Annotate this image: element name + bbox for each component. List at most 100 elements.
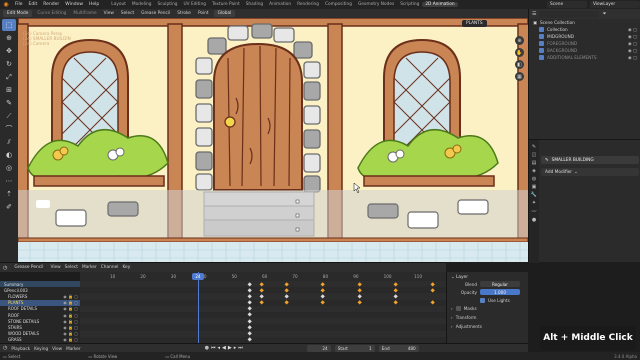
render-tab-icon[interactable]: ◫: [532, 152, 537, 158]
data-tab-icon[interactable]: 〰: [531, 208, 536, 215]
perspective-icon[interactable]: ▦: [515, 72, 524, 81]
channel-visibility-icon[interactable]: ◉ 🔒 ▢: [63, 319, 78, 324]
channel-visibility-icon[interactable]: ◉ 🔒 ▢: [63, 325, 78, 330]
keyframe[interactable]: [283, 300, 289, 306]
outliner-row-scene-collection[interactable]: ▣ Scene Collection: [529, 19, 640, 26]
keyframe[interactable]: [393, 300, 399, 306]
tab-scripting[interactable]: Scripting: [397, 2, 422, 7]
dope-menu-channel[interactable]: Channel: [101, 265, 119, 270]
keyframe[interactable]: [356, 294, 362, 299]
keyframe-area[interactable]: [80, 281, 446, 343]
mode-selector[interactable]: Edit Mode: [3, 10, 33, 17]
orientation-selector[interactable]: Global: [213, 10, 236, 17]
menu-help[interactable]: Help: [86, 2, 102, 7]
blend-selector[interactable]: Regular: [480, 281, 520, 287]
draw-icon[interactable]: ✐: [2, 201, 16, 213]
keyframe[interactable]: [247, 318, 253, 324]
tab-animation[interactable]: Animation: [266, 2, 294, 7]
move-icon[interactable]: ✥: [2, 45, 16, 57]
tab-geometry-nodes[interactable]: Geometry Nodes: [355, 2, 397, 7]
channel-visibility-icon[interactable]: ◉ 🔒 ▢: [63, 300, 78, 305]
menu-file[interactable]: File: [12, 2, 26, 7]
keyframe[interactable]: [320, 294, 326, 299]
visibility-icons[interactable]: ◉ ▢: [628, 48, 637, 53]
tab-2d-animation[interactable]: 2D Animation: [422, 2, 458, 7]
interpolate-icon[interactable]: ⋯: [2, 175, 16, 187]
menu-stroke[interactable]: Stroke: [175, 11, 193, 16]
view-menu[interactable]: View: [52, 346, 62, 351]
menu-point[interactable]: Point: [196, 11, 211, 16]
frame-ruler[interactable]: 102030405060708090100110: [80, 272, 446, 281]
outliner-row[interactable]: MIDGROUND ◉ ▢: [529, 33, 640, 40]
modifier-tab-icon[interactable]: 🔧: [531, 192, 537, 198]
scene-tab-icon[interactable]: ◈: [532, 168, 536, 174]
tool-tab-icon[interactable]: ✎: [532, 144, 536, 150]
keyframe[interactable]: [393, 294, 399, 299]
keyframe[interactable]: [247, 294, 253, 299]
jump-start-icon[interactable]: ⏮: [211, 345, 216, 351]
keyframe[interactable]: [259, 300, 265, 306]
view-layer-selector[interactable]: ViewLayer: [590, 1, 640, 8]
effects-tab-icon[interactable]: ✦: [532, 200, 536, 206]
scene-selector[interactable]: Scene: [547, 1, 587, 8]
dopesheet-mode-selector[interactable]: Grease Pencil: [11, 264, 47, 271]
keyframe[interactable]: [320, 287, 326, 293]
active-layer-badge[interactable]: PLANTS: [462, 20, 487, 27]
keyframe[interactable]: [247, 306, 253, 312]
keyframe[interactable]: [356, 281, 362, 287]
visibility-icons[interactable]: ◉ ▢: [628, 55, 637, 60]
keyframe[interactable]: [247, 287, 253, 293]
editor-type-icon[interactable]: ◷: [3, 345, 7, 351]
shear-icon[interactable]: ⫽: [2, 136, 16, 148]
keyframe[interactable]: [356, 287, 362, 293]
current-frame-field[interactable]: 24: [306, 344, 331, 352]
keying-menu[interactable]: Keying: [34, 346, 48, 351]
transform-icon[interactable]: ⊞: [2, 84, 16, 96]
transform-section[interactable]: › Transform: [451, 313, 528, 322]
menu-grease-pencil[interactable]: Grease Pencil: [139, 11, 172, 16]
keyframe[interactable]: [429, 300, 435, 306]
3d-viewport[interactable]: (24) Camera Persp (24) SMALLER BUILDIN (…: [18, 18, 528, 262]
keyframe[interactable]: [259, 294, 265, 299]
next-key-icon[interactable]: ▸: [234, 345, 237, 351]
tab-shading[interactable]: Shading: [243, 2, 266, 7]
adjustments-section[interactable]: › Adjustments: [451, 322, 528, 331]
masks-checkbox[interactable]: [455, 306, 461, 311]
prev-key-icon[interactable]: ◂: [217, 345, 220, 351]
play-icon[interactable]: ▶: [228, 345, 232, 351]
add-modifier-button[interactable]: Add Modifier ⌄: [541, 168, 639, 176]
keyframe[interactable]: [247, 300, 253, 306]
checkbox-icon[interactable]: [539, 55, 544, 60]
visibility-icons[interactable]: ◉ ▢: [628, 27, 637, 32]
keyframe[interactable]: [356, 300, 362, 306]
menu-render[interactable]: Render: [40, 2, 62, 7]
to-sphere-icon[interactable]: ◐: [2, 149, 16, 161]
channel-visibility-icon[interactable]: ◉ 🔒 ▢: [63, 306, 78, 311]
keyframe[interactable]: [283, 294, 289, 299]
tab-texture-paint[interactable]: Texture Paint: [209, 2, 243, 7]
outliner-row[interactable]: FOREGROUND ◉ ▢: [529, 40, 640, 47]
zoom-icon[interactable]: ⊕: [515, 36, 524, 45]
dope-menu-select[interactable]: Select: [65, 265, 78, 270]
keyframe[interactable]: [393, 287, 399, 293]
keyframe[interactable]: [320, 300, 326, 306]
tab-layout[interactable]: Layout: [108, 2, 129, 7]
keyframe[interactable]: [247, 325, 253, 330]
curve-editing-toggle[interactable]: Curve Editing: [35, 11, 68, 16]
outliner-row[interactable]: ADDITIONAL ELEMENTS ◉ ▢: [529, 54, 640, 61]
use-lights-checkbox[interactable]: [480, 297, 485, 303]
record-icon[interactable]: ●: [205, 345, 209, 351]
annotate-icon[interactable]: ✎: [2, 97, 16, 109]
playhead[interactable]: [198, 272, 199, 343]
keyframe[interactable]: [247, 331, 253, 337]
outliner-search-input[interactable]: [539, 10, 600, 18]
checkbox-icon[interactable]: [539, 34, 544, 39]
filter-icon[interactable]: ⏷: [602, 11, 606, 17]
camera-icon[interactable]: ◧: [515, 60, 524, 69]
select-box-icon[interactable]: ⬚: [2, 19, 16, 31]
checkbox-icon[interactable]: [539, 41, 544, 46]
menu-view[interactable]: View: [102, 11, 116, 16]
world-tab-icon[interactable]: ◍: [532, 176, 536, 182]
dope-menu-key[interactable]: Key: [122, 265, 130, 270]
visibility-icons[interactable]: ◉ ▢: [628, 41, 637, 46]
